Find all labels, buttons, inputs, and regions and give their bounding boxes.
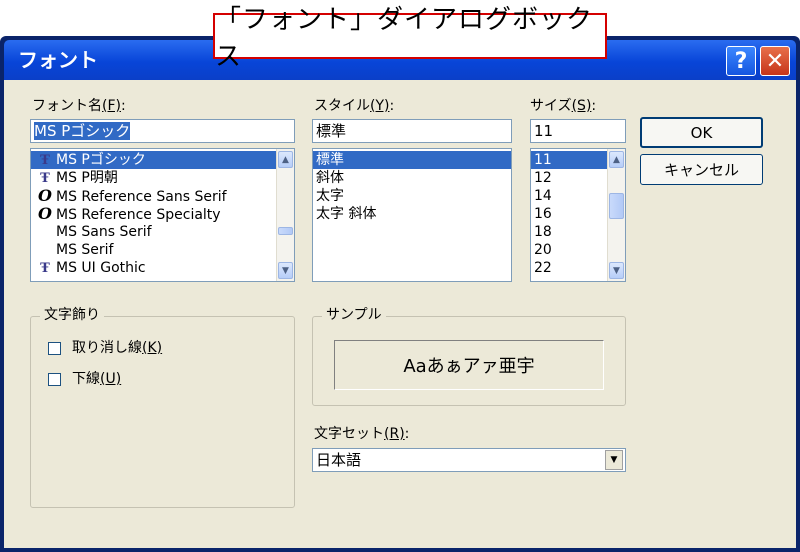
charset-label: 文字セット(R): — [314, 426, 410, 442]
ok-button[interactable]: OK — [640, 117, 763, 148]
list-item[interactable]: 太字 — [313, 187, 511, 205]
chevron-down-icon[interactable]: ▼ — [605, 450, 623, 470]
scroll-up-icon[interactable]: ▲ — [278, 151, 293, 168]
truetype-icon: Ŧ — [40, 153, 50, 168]
list-item[interactable]: 斜体 — [313, 169, 511, 187]
size-label: サイズ(S): — [530, 98, 597, 114]
strikethrough-checkbox[interactable] — [48, 342, 61, 355]
style-label: スタイル(Y): — [314, 98, 395, 114]
underline-checkbox[interactable] — [48, 373, 61, 386]
caption-label: 「フォント」ダイアログボックス — [213, 5, 607, 72]
style-input[interactable]: 標準 — [312, 119, 512, 143]
list-item[interactable]: MS Serif — [31, 241, 294, 259]
help-button[interactable]: ? — [726, 46, 756, 76]
list-item[interactable]: Ŧ MS UI Gothic — [31, 259, 294, 277]
scroll-thumb[interactable] — [278, 227, 293, 235]
opentype-icon: O — [38, 204, 52, 223]
size-list-scrollbar[interactable]: ▲ ▼ — [607, 149, 625, 281]
list-item[interactable]: Ŧ MS Pゴシック — [31, 151, 294, 169]
font-name-list[interactable]: Ŧ MS Pゴシック Ŧ MS P明朝 O MS Reference Sans Ser… — [30, 148, 295, 282]
font-name-input[interactable]: MS Pゴシック — [30, 119, 295, 143]
scroll-down-icon[interactable]: ▼ — [609, 262, 624, 279]
list-item[interactable]: MS Sans Serif — [31, 223, 294, 241]
close-button[interactable]: ✕ — [760, 46, 790, 76]
cancel-button[interactable]: キャンセル — [640, 154, 763, 185]
scroll-thumb[interactable] — [609, 193, 624, 219]
size-list[interactable]: 11 12 14 16 18 20 22 ▲ ▼ — [530, 148, 626, 282]
list-item[interactable]: O MS Reference Specialty — [31, 204, 294, 224]
window-title: フォント — [18, 48, 98, 72]
list-item[interactable]: O MS Reference Sans Serif — [31, 186, 294, 206]
charset-select[interactable]: 日本語 — [312, 448, 626, 472]
scroll-down-icon[interactable]: ▼ — [278, 262, 293, 279]
sample-legend: サンプル — [322, 306, 386, 324]
effects-group — [30, 316, 295, 508]
font-list-scrollbar[interactable]: ▲ ▼ — [276, 149, 294, 281]
list-item[interactable]: Ŧ MS P明朝 — [31, 169, 294, 187]
list-item[interactable]: 11 — [531, 151, 607, 169]
effects-legend: 文字飾り — [40, 306, 104, 324]
size-input[interactable]: 11 — [530, 119, 626, 143]
sample-preview: Aaあぁアァ亜宇 — [334, 340, 604, 390]
style-list[interactable]: 標準 斜体 太字 太字 斜体 — [312, 148, 512, 282]
font-name-label: フォント名(F): — [32, 98, 126, 114]
truetype-icon: Ŧ — [40, 261, 50, 276]
list-item[interactable]: 標準 — [313, 151, 511, 169]
underline-label[interactable]: 下線(U) — [72, 370, 121, 388]
list-item[interactable]: 太字 斜体 — [313, 205, 511, 223]
opentype-icon: O — [38, 186, 52, 205]
scroll-up-icon[interactable]: ▲ — [609, 151, 624, 168]
strikethrough-label[interactable]: 取り消し線(K) — [72, 339, 162, 357]
